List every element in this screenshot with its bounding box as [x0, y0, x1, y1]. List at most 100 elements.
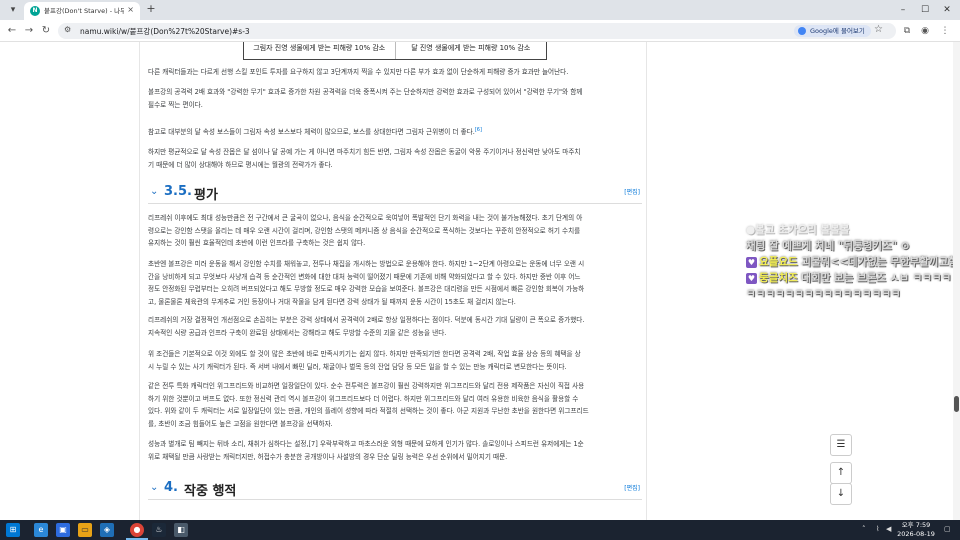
clock-time: 오후 7:59	[901, 521, 931, 529]
paragraph-line: 하기 위한 것뿐이고 버프도 없다. 또한 정신력 관리 역시 볼프강이 위그프…	[148, 394, 579, 403]
scrollbar-track[interactable]	[953, 42, 960, 520]
new-tab-button[interactable]: +	[144, 2, 158, 16]
extensions-icon[interactable]: ⧉	[900, 24, 914, 38]
table-cell: 달 진영 생물에게 받는 피해량 10% 감소	[394, 42, 547, 59]
section-number: 3.5.	[164, 184, 192, 199]
taskbar: ⊞ e ▣ ▭ ◈ ● ♨ ◧ ˄ ⌇ ◀ 오후 7:59 2026-08-19…	[0, 520, 960, 540]
close-window-button[interactable]: ✕	[940, 3, 954, 17]
scrollbar-thumb[interactable]	[954, 396, 959, 412]
paragraph-line: 위 조건들은 기본적으로 이것 외에도 할 것이 많은 초반에 바로 만족시키기…	[148, 350, 581, 358]
taskbar-clock[interactable]: 오후 7:59 2026-08-19	[896, 521, 936, 539]
paragraph-line: 정도 안정화된 무렵부터는 오히려 버프되었다고 해도 무방할 정도로 매우 강…	[148, 285, 585, 293]
omnibox[interactable]: ⚙ namu.wiki/w/붙프강(Don%27t%20Starve)#s-3 …	[58, 23, 896, 39]
section-title: 작중 행적	[184, 484, 237, 499]
app-icon[interactable]: ◧	[174, 523, 188, 537]
stream-chat-overlay: ●볼고 초가으리 볼볼볼 채팅 잘 예쁘게 치네 "뒤통령키즈" ⊙ ♥ 요플요드…	[746, 222, 960, 302]
scroll-up-button[interactable]: ↑	[830, 462, 852, 484]
paragraph-line: 시 누릴 수 있는 사기 캐릭터가 된다. 즉 서버 내에서 빠민 딜러, 채굴…	[148, 362, 567, 371]
paragraph-line: 지속적인 식량 공급과 인프라 구축이 완료된 상태에서는 강해라고 해도 무방…	[148, 328, 447, 337]
paragraph-line: 같은 전투 특화 캐릭터인 위그프리드와 비교하면 일장일단이 있다. 순수 전…	[148, 382, 585, 390]
chat-text: 괴물뭐<<데가없는 무한부활끼고함	[801, 256, 958, 268]
address-bar-row: ← → ↻ ⚙ namu.wiki/w/붙프강(Don%27t%20Starve…	[0, 20, 960, 42]
paragraph-line: 참고로 대부분의 달 속성 보스들이 그림자 속성 보스보다 체력이 많으므로,…	[148, 128, 475, 137]
chat-text: 채팅 잘 예쁘게 치네 "뒤통령키즈" ⊙	[746, 240, 910, 252]
store-icon[interactable]: ▣	[56, 523, 70, 537]
steam-icon[interactable]: ♨	[152, 523, 166, 537]
paragraph: 리프레쉬의 거장 결정적인 개선점으로 손꼽히는 부분은 강력 상태에서 공격력…	[148, 314, 638, 339]
paragraph: 참고로 대부분의 달 속성 보스들이 그림자 속성 보스보다 체력이 많으므로,…	[148, 124, 638, 139]
paragraph: 볼프강의 공격력 2배 효과와 "강력한 무기" 효과로 증가한 차원 공격력을…	[148, 86, 638, 111]
collapse-chevron-icon[interactable]: ⌄	[150, 482, 158, 493]
paragraph-line: 다른 캐릭터들과는 다르게 선행 스킬 포인트 투자를 요구하지 않고 3단계까…	[148, 68, 569, 76]
chrome-icon[interactable]: ●	[130, 523, 144, 537]
section-heading-3-5: ⌄ 3.5. 평가 [편집]	[148, 184, 642, 204]
paragraph-line: 령으로는 강인함 스탯을 올리는 데 매우 오랜 시간이 걸리며, 강인함 스탯…	[148, 226, 581, 235]
paragraph-line: 고, 물론물론 체육관의 무게추로 거인 등장이나 거대 작물을 담게 된다면 …	[148, 297, 516, 306]
footnote-link[interactable]: [6]	[475, 127, 482, 133]
edit-link[interactable]: [편집]	[624, 187, 640, 196]
paragraph: 성능과 별개로 팀 빼지는 뒤바 소리, 채취가 심하다는 설정,[7] 우락부…	[148, 438, 638, 463]
paragraph-line: 리프레쉬 이후에도 최대 성능만큼은 전 구간에서 큰 굴곡이 없으나, 음식을…	[148, 214, 583, 222]
page-viewport: 그림자 진영 생물에게 받는 피해량 10% 감소 달 진영 생물에게 받는 피…	[0, 42, 960, 520]
paragraph-line: 를, 초반이 조금 힘들어도 높은 고점을 원한다면 볼프강을 선택하자.	[148, 419, 333, 428]
paragraph-line: 하지만 평균적으로 달 속성 잔몹은 달 섬이나 달 공예 가는 게 아니면 마…	[148, 148, 581, 156]
url-text[interactable]: namu.wiki/w/붙프강(Don%27t%20Starve)#s-3	[80, 26, 250, 37]
paragraph: 다른 캐릭터들과는 다르게 선행 스킬 포인트 투자를 요구하지 않고 3단계까…	[148, 66, 638, 79]
notification-icon[interactable]: ▢	[944, 525, 951, 533]
heart-badge-icon: ♥	[746, 272, 757, 284]
table-cell: 그림자 진영 생물에게 받는 피해량 10% 감소	[253, 44, 386, 52]
section-title: 평가	[194, 188, 218, 203]
clock-date: 2026-08-19	[897, 530, 935, 538]
ask-google-label: Google에 물어보기	[810, 27, 865, 35]
paragraph-line: 유지하는 것이 훨씬 효율적인데 초반에 이런 인프라를 구축하는 것은 쉽지 …	[148, 239, 366, 247]
volume-icon[interactable]: ◀	[886, 525, 891, 533]
section-heading-4: ⌄ 4. 작중 행적 [편집]	[148, 480, 642, 500]
article-body: 그림자 진영 생물에게 받는 피해량 10% 감소 달 진영 생물에게 받는 피…	[139, 42, 647, 520]
edit-link[interactable]: [편집]	[624, 483, 640, 492]
photos-icon[interactable]: ◈	[100, 523, 114, 537]
paragraph-line: 초반엔 볼프강은 미러 운동을 해서 강인함 수치를 채워놓고, 전투나 채집을…	[148, 260, 585, 268]
paragraph: 하지만 평균적으로 달 속성 잔몹은 달 섬이나 달 공예 가는 게 아니면 마…	[148, 146, 638, 171]
toc-button[interactable]: ☰	[830, 434, 852, 456]
edge-icon[interactable]: e	[34, 523, 48, 537]
back-arrow-icon[interactable]: ←	[5, 24, 19, 38]
chat-message: ●볼고 초가으리 볼볼볼	[746, 222, 960, 238]
chat-message: ♥ 요플요드 괴물뭐<<데가없는 무한부활끼고함	[746, 254, 960, 270]
file-explorer-icon[interactable]: ▭	[78, 523, 92, 537]
comparison-table: 그림자 진영 생물에게 받는 피해량 10% 감소 달 진영 생물에게 받는 피…	[243, 42, 547, 60]
minimize-button[interactable]: –	[896, 3, 910, 17]
bookmark-star-icon[interactable]: ☆	[874, 24, 883, 35]
heart-badge-icon: ♥	[746, 256, 757, 268]
tab-title: 붙프강(Don't Starve) - 나무위키	[44, 7, 124, 15]
google-icon	[798, 27, 806, 35]
tab-bar: ▾ N 붙프강(Don't Starve) - 나무위키 × + – ☐ ✕	[0, 0, 960, 20]
reload-icon[interactable]: ↻	[39, 24, 53, 38]
profile-icon[interactable]: ◉	[918, 24, 932, 38]
windows-start-icon[interactable]: ⊞	[6, 523, 20, 537]
chat-username: 요플요드	[759, 256, 798, 268]
paragraph-line: 리프레쉬의 거장 결정적인 개선점으로 손꼽히는 부분은 강력 상태에서 공격력…	[148, 316, 585, 324]
maximize-button[interactable]: ☐	[918, 3, 932, 17]
section-number: 4.	[164, 480, 178, 495]
paragraph-line: 필수로 찍는 편이다.	[148, 100, 203, 109]
scroll-down-button[interactable]: ↓	[830, 483, 852, 505]
browser-tab[interactable]: N 붙프강(Don't Starve) - 나무위키 ×	[24, 2, 140, 20]
paragraph-line: 성능과 별개로 팀 빼지는 뒤바 소리, 채취가 심하다는 설정,[7] 우락부…	[148, 440, 584, 448]
forward-arrow-icon[interactable]: →	[22, 24, 36, 38]
paragraph-line: 기 때문에 더 많이 상대해야 하므로 평시에는 월광의 전략가가 좋다.	[148, 160, 333, 169]
paragraph-line: 볼프강의 공격력 2배 효과와 "강력한 무기" 효과로 증가한 차원 공격력을…	[148, 88, 583, 96]
network-icon[interactable]: ⌇	[876, 525, 879, 533]
browser-menu-icon[interactable]: ⋮	[938, 24, 952, 38]
paragraph: 리프레쉬 이후에도 최대 성능만큼은 전 구간에서 큰 굴곡이 없으나, 음식을…	[148, 212, 638, 250]
tab-search-icon[interactable]: ▾	[6, 3, 20, 17]
paragraph-line: 있다. 위와 같이 두 캐릭터는 서로 일장일단이 있는 만큼, 개인의 플레이…	[148, 407, 589, 415]
site-info-icon[interactable]: ⚙	[64, 25, 71, 34]
paragraph: 위 조건들은 기본적으로 이것 외에도 할 것이 많은 초반에 바로 만족시키기…	[148, 348, 638, 373]
ask-google-chip[interactable]: Google에 물어보기	[794, 25, 871, 37]
paragraph-line: 위로 채택될 만큼 사랑받는 캐릭터지만, 허접수가 충분한 공개방이나 사설방…	[148, 452, 508, 461]
tray-chevron-icon[interactable]: ˄	[862, 525, 866, 533]
collapse-chevron-icon[interactable]: ⌄	[150, 186, 158, 197]
chat-message: ♥ 둥글치즈 대회만 보는 브론즈 ㅅㅂ ㅋㅋㅋㅋㅋㅋㅋㅋㅋㅋㅋㅋㅋㅋㅋㅋㅋㅋㅋㅋ	[746, 270, 960, 302]
tab-close-icon[interactable]: ×	[127, 5, 134, 14]
paragraph: 초반엔 볼프강은 미러 운동을 해서 강인함 수치를 채워놓고, 전투나 채집을…	[148, 258, 638, 308]
